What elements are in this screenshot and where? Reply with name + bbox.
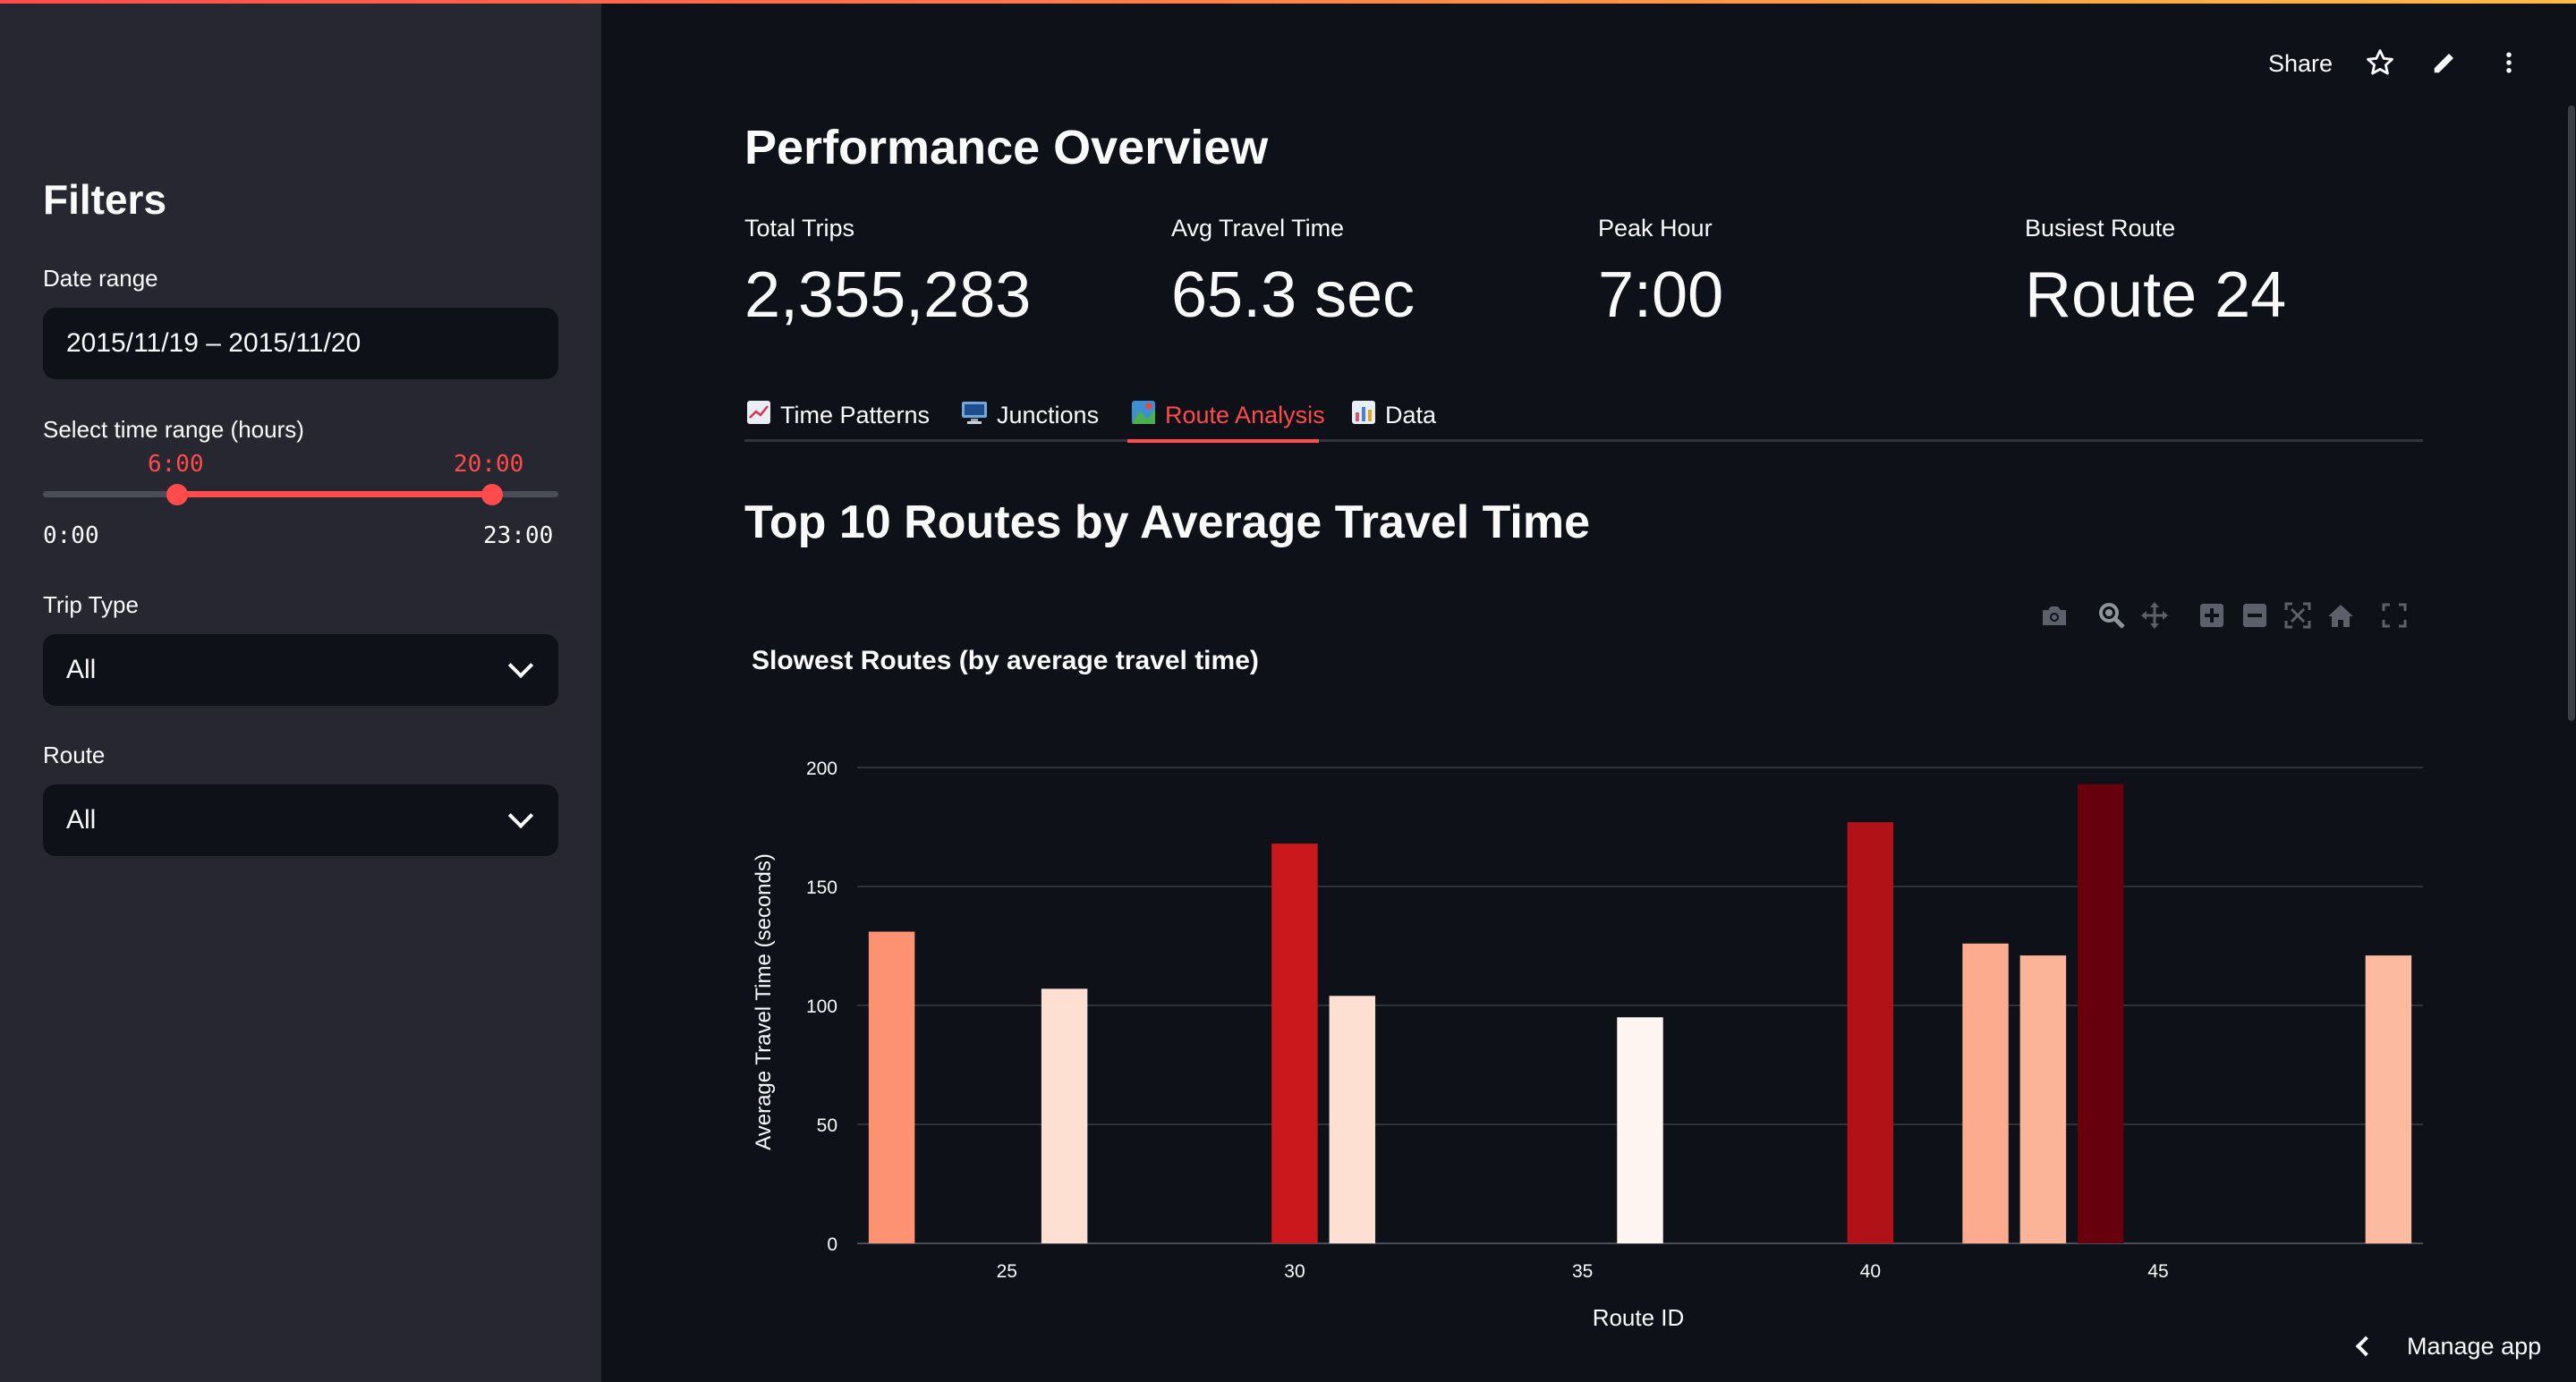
x-tick-label: 45 [2147, 1261, 2168, 1282]
y-tick-label: 150 [806, 878, 837, 898]
bar-route-43[interactable] [2019, 955, 2067, 1243]
scrollbar[interactable] [2568, 106, 2575, 721]
x-tick-label: 25 [997, 1261, 1017, 1282]
bar-route-23[interactable] [868, 931, 915, 1243]
y-tick-label: 200 [806, 759, 837, 779]
bar-route-36[interactable] [1617, 1017, 1663, 1243]
bar-route-30[interactable] [1271, 844, 1318, 1243]
bar-chart: 0 50 100 150 200 25 30 35 40 45 Route ID Average… [752, 759, 2423, 1331]
bar-route-40[interactable] [1847, 822, 1894, 1243]
y-tick-label: 0 [827, 1234, 837, 1255]
top-accent-line [0, 0, 2576, 4]
y-axis-label: Average Travel Time (seconds) [752, 853, 776, 1150]
x-tick-label: 30 [1284, 1261, 1305, 1282]
manage-app-button[interactable]: Manage app [2407, 1333, 2541, 1361]
x-tick-label: 40 [1860, 1261, 1881, 1282]
x-tick-label: 35 [1572, 1261, 1593, 1282]
bar-route-31[interactable] [1329, 996, 1376, 1243]
bar-route-44[interactable] [2077, 784, 2124, 1243]
bar-route-49[interactable] [2365, 955, 2412, 1243]
x-axis-label: Route ID [1593, 1304, 1685, 1331]
y-tick-label: 100 [806, 996, 837, 1017]
y-tick-label: 50 [817, 1115, 837, 1136]
bar-route-26[interactable] [1041, 988, 1088, 1243]
bar-route-42[interactable] [1962, 943, 2009, 1243]
